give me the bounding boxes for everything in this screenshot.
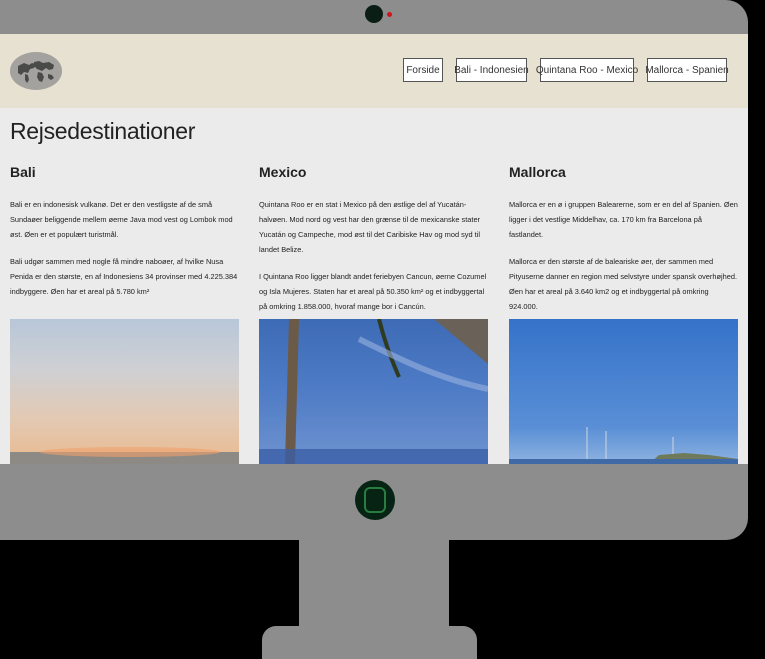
mallorca-coast-photo xyxy=(509,319,738,464)
nav-forside[interactable]: Forside xyxy=(403,58,443,82)
column-mexico: Mexico Quintana Roo er en stat i Mexico … xyxy=(259,164,488,326)
column-heading: Mexico xyxy=(259,164,307,180)
world-map-icon xyxy=(10,52,62,90)
site-header: Forside Bali - Indonesien Quintana Roo -… xyxy=(0,34,748,108)
home-button-icon[interactable] xyxy=(355,480,395,520)
monitor-stand-base xyxy=(262,626,477,659)
column-paragraph: Bali er en indonesisk vulkanø. Det er de… xyxy=(10,200,233,239)
nav-mallorca-spanien[interactable]: Mallorca - Spanien xyxy=(645,58,729,82)
column-paragraph: Quintana Roo er en stat i Mexico på den … xyxy=(259,200,481,254)
column-mallorca: Mallorca Mallorca er en ø i gruppen Bale… xyxy=(509,164,738,326)
mallorca-boats-image xyxy=(509,427,738,464)
bali-sunset-photo xyxy=(10,319,239,464)
website-screen: Forside Bali - Indonesien Quintana Roo -… xyxy=(0,34,748,464)
monitor-stand-neck xyxy=(299,540,449,626)
home-button-inner xyxy=(364,487,386,513)
nav-bali-indonesien[interactable]: Bali - Indonesien xyxy=(454,58,529,82)
camera-icon xyxy=(365,5,383,23)
column-heading: Bali xyxy=(10,164,36,180)
column-paragraph: Mallorca er den største af de baleariske… xyxy=(509,257,738,311)
world-map-logo[interactable] xyxy=(10,52,62,90)
column-paragraph: Mallorca er en ø i gruppen Balearerne, s… xyxy=(509,200,738,239)
mexico-palm-image xyxy=(259,319,488,464)
column-paragraph: I Quintana Roo ligger blandt andet ferie… xyxy=(259,272,487,311)
mexico-beach-photo xyxy=(259,319,488,464)
column-bali: Bali Bali er en indonesisk vulkanø. Det … xyxy=(10,164,239,311)
page-title: Rejsedestinationer xyxy=(10,118,196,144)
column-heading: Mallorca xyxy=(509,164,566,180)
column-paragraph: Bali udgør sammen med nogle få mindre na… xyxy=(10,257,238,296)
bali-sunset-image xyxy=(10,447,239,464)
camera-led xyxy=(387,12,392,17)
nav-quintana-roo-mexico[interactable]: Quintana Roo - Mexico xyxy=(536,58,638,82)
